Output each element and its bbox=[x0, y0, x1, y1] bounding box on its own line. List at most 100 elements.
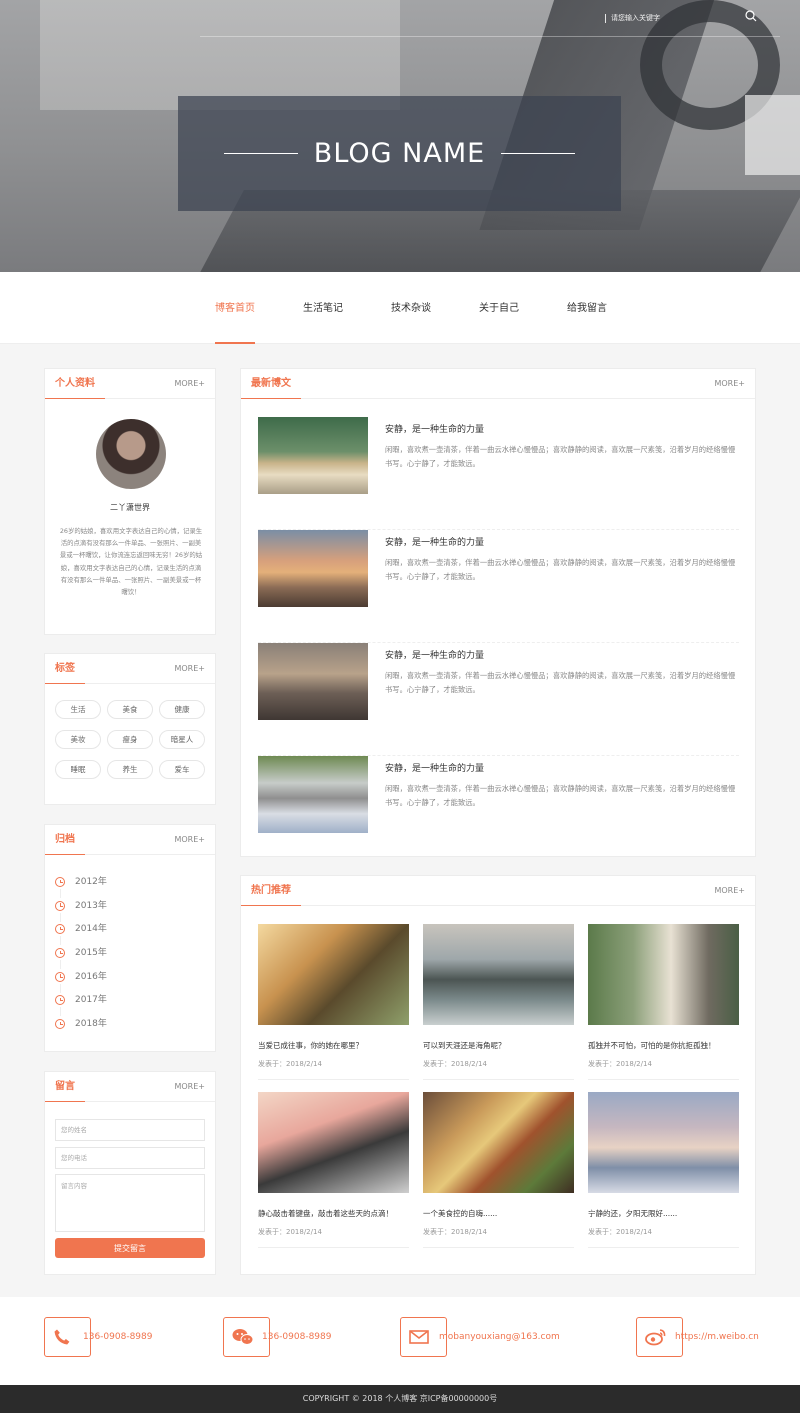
hot-caption[interactable]: 当爱已成往事，你的她在哪里？ bbox=[258, 1040, 363, 1051]
archive-item[interactable]: 2012年 bbox=[55, 875, 107, 899]
clock-icon bbox=[55, 948, 65, 959]
hot-date: 发表于：2018/2/14 bbox=[258, 1228, 322, 1236]
avatar bbox=[96, 419, 166, 489]
hot-date: 发表于：2018/2/14 bbox=[588, 1228, 652, 1236]
profile-description: 26岁的姑娘，喜欢用文字表达自己的心情，记录生活的点滴有没有那么一件单品、一张照… bbox=[59, 527, 203, 597]
post-thumbnail[interactable] bbox=[258, 417, 368, 494]
nav-item-message[interactable]: 给我留言 bbox=[567, 272, 607, 344]
tag-item[interactable]: 美妆 bbox=[55, 730, 101, 749]
post-item[interactable]: 安静，是一种生命的力量 闲暇，喜欢煮一壶清茶，伴着一曲云水禅心慢慢品；喜欢静静的… bbox=[258, 530, 739, 643]
archive-item[interactable]: 2015年 bbox=[55, 946, 107, 970]
hot-caption[interactable]: 可以到天涯还是海角呢？ bbox=[423, 1040, 506, 1051]
hot-image[interactable] bbox=[423, 1092, 574, 1193]
profile-more-link[interactable]: MORE+ bbox=[174, 369, 205, 399]
archive-item[interactable]: 2014年 bbox=[55, 922, 107, 946]
hot-item[interactable]: 孤独并不可怕，可怕的是你抗拒孤独！ 发表于：2018/2/14 bbox=[588, 924, 739, 1084]
latest-title: 最新博文 bbox=[241, 369, 301, 399]
copyright: COPYRIGHT © 2018 个人博客 京ICP备00000000号 bbox=[0, 1385, 800, 1413]
clock-icon bbox=[55, 900, 65, 911]
nav-item-life[interactable]: 生活笔记 bbox=[303, 272, 343, 344]
hot-image[interactable] bbox=[423, 924, 574, 1025]
main-nav: 博客首页 生活笔记 技术杂谈 关于自己 给我留言 bbox=[0, 272, 800, 344]
hot-caption[interactable]: 一个美食控的自嗨...... bbox=[423, 1208, 497, 1219]
post-thumbnail[interactable] bbox=[258, 756, 368, 833]
hot-caption[interactable]: 孤独并不可怕，可怕的是你抗拒孤独！ bbox=[588, 1040, 716, 1051]
submit-message-button[interactable]: 提交留言 bbox=[55, 1238, 205, 1258]
tag-item[interactable]: 睡眠 bbox=[55, 760, 101, 779]
tag-item[interactable]: 健康 bbox=[159, 700, 205, 719]
tag-item[interactable]: 生活 bbox=[55, 700, 101, 719]
hot-caption[interactable]: 宁静的还，夕阳无限好...... bbox=[588, 1208, 677, 1219]
hot-item[interactable]: 当爱已成往事，你的她在哪里？ 发表于：2018/2/14 bbox=[258, 924, 409, 1084]
archive-item[interactable]: 2013年 bbox=[55, 899, 107, 923]
profile-title: 个人资料 bbox=[45, 369, 105, 399]
profile-card: 个人资料 MORE+ 二丫潇世界 26岁的姑娘，喜欢用文字表达自己的心情，记录生… bbox=[44, 368, 216, 635]
message-content-field[interactable] bbox=[55, 1174, 205, 1232]
phone-field[interactable] bbox=[55, 1147, 205, 1169]
weibo-icon bbox=[645, 1329, 666, 1346]
post-thumbnail[interactable] bbox=[258, 643, 368, 720]
message-card: 留言 MORE+ 提交留言 bbox=[44, 1071, 216, 1275]
latest-more-link[interactable]: MORE+ bbox=[714, 369, 745, 399]
archive-item[interactable]: 2016年 bbox=[55, 970, 107, 994]
clock-icon bbox=[55, 924, 65, 935]
post-item[interactable]: 安静，是一种生命的力量 闲暇，喜欢煮一壶清茶，伴着一曲云水禅心慢慢品；喜欢静静的… bbox=[258, 643, 739, 756]
post-title[interactable]: 安静，是一种生命的力量 bbox=[385, 422, 484, 435]
phone-icon bbox=[54, 1329, 70, 1345]
weibo-link[interactable]: https://m.weibo.cn bbox=[675, 1332, 759, 1342]
message-more-link[interactable]: MORE+ bbox=[174, 1072, 205, 1102]
hot-title: 热门推荐 bbox=[241, 876, 301, 906]
hot-item[interactable]: 宁静的还，夕阳无限好...... 发表于：2018/2/14 bbox=[588, 1092, 739, 1252]
hot-posts-card: 热门推荐 MORE+ 当爱已成往事，你的她在哪里？ 发表于：2018/2/14 … bbox=[240, 875, 756, 1275]
hot-caption[interactable]: 静心敲击着键盘，敲击着这些天的点滴！ bbox=[258, 1208, 393, 1219]
tag-item[interactable]: 美食 bbox=[107, 700, 153, 719]
wechat-icon bbox=[232, 1329, 254, 1345]
archive-item[interactable]: 2017年 bbox=[55, 993, 107, 1017]
brand-box: BLOG NAME bbox=[178, 96, 621, 211]
name-field[interactable] bbox=[55, 1119, 205, 1141]
nav-item-home[interactable]: 博客首页 bbox=[215, 272, 255, 344]
tag-item[interactable]: 爱车 bbox=[159, 760, 205, 779]
hot-more-link[interactable]: MORE+ bbox=[714, 876, 745, 906]
hot-date: 发表于：2018/2/14 bbox=[588, 1060, 652, 1068]
tags-more-link[interactable]: MORE+ bbox=[174, 654, 205, 684]
post-title[interactable]: 安静，是一种生命的力量 bbox=[385, 535, 484, 548]
archive-card: 归档 MORE+ 2012年 2013年 2014年 2015年 2016年 2… bbox=[44, 824, 216, 1052]
nav-item-about[interactable]: 关于自己 bbox=[479, 272, 519, 344]
nav-item-tech[interactable]: 技术杂谈 bbox=[391, 272, 431, 344]
post-thumbnail[interactable] bbox=[258, 530, 368, 607]
hot-item[interactable]: 可以到天涯还是海角呢？ 发表于：2018/2/14 bbox=[423, 924, 574, 1084]
post-excerpt: 闲暇，喜欢煮一壶清茶，伴着一曲云水禅心慢慢品；喜欢静静的阅读，喜欢展一尺素笺，沿… bbox=[385, 671, 736, 694]
hot-image[interactable] bbox=[258, 924, 409, 1025]
hot-date: 发表于：2018/2/14 bbox=[423, 1060, 487, 1068]
post-excerpt: 闲暇，喜欢煮一壶清茶，伴着一曲云水禅心慢慢品；喜欢静静的阅读，喜欢展一尺素笺，沿… bbox=[385, 784, 736, 807]
tag-item[interactable]: 暗星人 bbox=[159, 730, 205, 749]
contact-phone[interactable]: 136-0908-8989 bbox=[44, 1317, 152, 1357]
contact-wechat[interactable]: 136-0908-8989 bbox=[223, 1317, 331, 1357]
search-icon[interactable] bbox=[745, 10, 757, 22]
post-item[interactable]: 安静，是一种生命的力量 闲暇，喜欢煮一壶清茶，伴着一曲云水禅心慢慢品；喜欢静静的… bbox=[258, 756, 739, 869]
hot-item[interactable]: 静心敲击着键盘，敲击着这些天的点滴！ 发表于：2018/2/14 bbox=[258, 1092, 409, 1252]
tag-item[interactable]: 养生 bbox=[107, 760, 153, 779]
wechat-number: 136-0908-8989 bbox=[262, 1332, 332, 1342]
hot-image[interactable] bbox=[588, 1092, 739, 1193]
hot-date: 发表于：2018/2/14 bbox=[258, 1060, 322, 1068]
contact-email[interactable]: mobanyouxiang@163.com bbox=[400, 1317, 560, 1357]
archive-item[interactable]: 2018年 bbox=[55, 1017, 107, 1041]
hot-image[interactable] bbox=[588, 924, 739, 1025]
archive-list: 2012年 2013年 2014年 2015年 2016年 2017年 2018… bbox=[55, 875, 107, 1041]
hot-date: 发表于：2018/2/14 bbox=[423, 1228, 487, 1236]
message-title: 留言 bbox=[45, 1072, 85, 1102]
tag-item[interactable]: 瘦身 bbox=[107, 730, 153, 749]
archive-more-link[interactable]: MORE+ bbox=[174, 825, 205, 855]
hot-image[interactable] bbox=[258, 1092, 409, 1193]
post-title[interactable]: 安静，是一种生命的力量 bbox=[385, 648, 484, 661]
contact-weibo[interactable]: https://m.weibo.cn bbox=[636, 1317, 759, 1357]
post-title[interactable]: 安静，是一种生命的力量 bbox=[385, 761, 484, 774]
latest-posts-card: 最新博文 MORE+ 安静，是一种生命的力量 闲暇，喜欢煮一壶清茶，伴着一曲云水… bbox=[240, 368, 756, 857]
post-item[interactable]: 安静，是一种生命的力量 闲暇，喜欢煮一壶清茶，伴着一曲云水禅心慢慢品；喜欢静静的… bbox=[258, 417, 739, 530]
clock-icon bbox=[55, 877, 65, 887]
clock-icon bbox=[55, 995, 65, 1006]
archive-title: 归档 bbox=[45, 825, 85, 855]
hot-item[interactable]: 一个美食控的自嗨...... 发表于：2018/2/14 bbox=[423, 1092, 574, 1252]
